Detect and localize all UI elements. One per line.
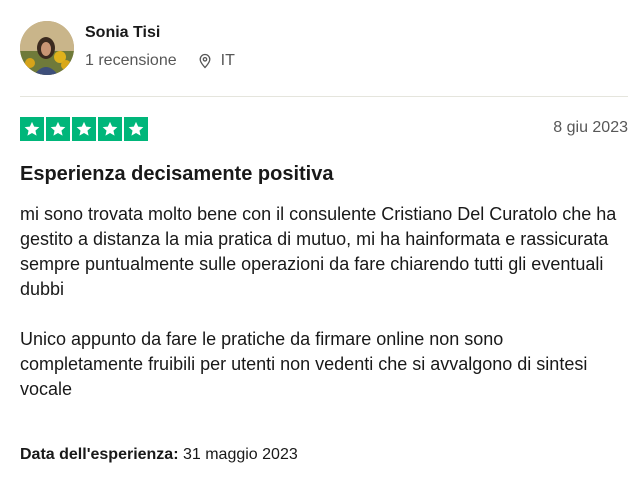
star-rating [20,117,148,141]
star-icon [20,117,44,141]
star-icon [46,117,70,141]
review-paragraph: mi sono trovata molto bene con il consul… [20,204,617,299]
reviewer-meta: 1 recensione IT [85,52,235,70]
reviewer-country: IT [220,52,235,69]
star-icon [124,117,148,141]
review-title[interactable]: Esperienza decisamente positiva [20,163,333,186]
divider [20,96,628,97]
review-body: mi sono trovata molto bene con il consul… [20,202,625,402]
reviewer-name[interactable]: Sonia Tisi [85,23,235,43]
review-date: 8 giu 2023 [553,119,628,136]
experience-value: 31 maggio 2023 [182,446,298,463]
star-icon [72,117,96,141]
experience-date: Data dell'esperienza: 31 maggio 2023 [20,446,298,464]
avatar[interactable] [20,21,74,75]
review-count: 1 recensione [85,52,177,69]
reviewer-header: Sonia Tisi 1 recensione IT [20,21,235,75]
reviewer-info: Sonia Tisi 1 recensione IT [85,21,235,75]
experience-label: Data dell'esperienza: [20,446,179,463]
location-pin-icon [197,53,213,69]
star-icon [98,117,122,141]
review-paragraph: Unico appunto da fare le pratiche da fir… [20,329,588,399]
